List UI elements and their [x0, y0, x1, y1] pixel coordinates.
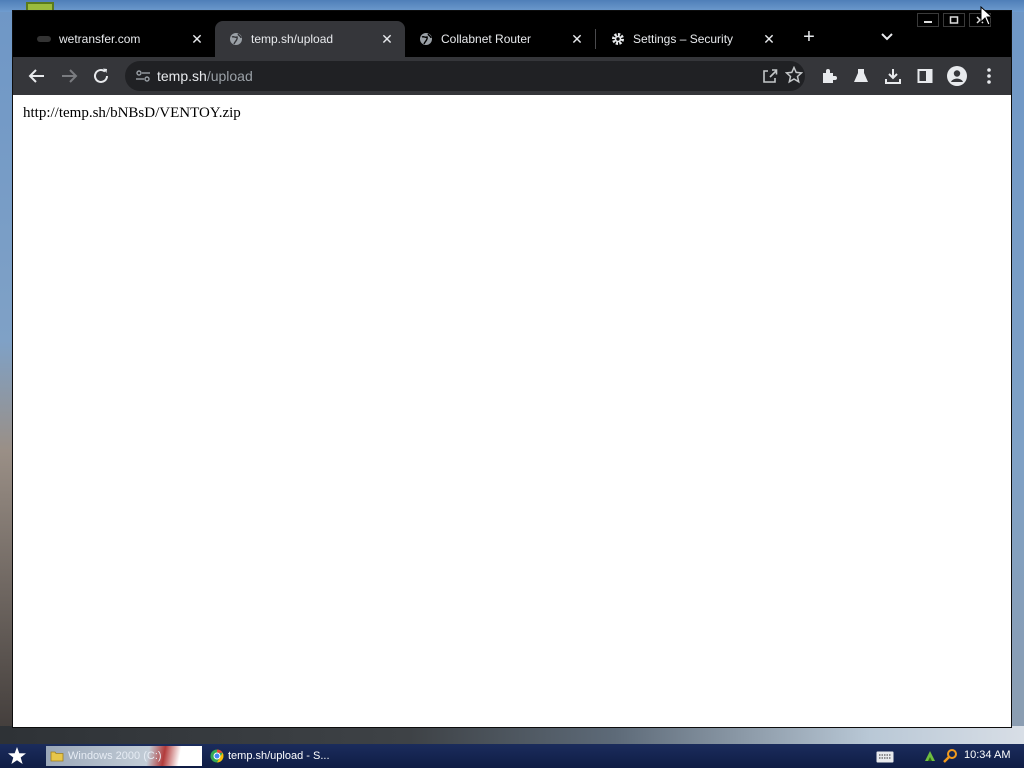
tab-temp-sh-upload[interactable]: temp.sh/upload ✕	[215, 21, 405, 57]
tab-collabnet-router[interactable]: Collabnet Router ✕	[405, 21, 595, 57]
site-info-icon[interactable]	[135, 69, 151, 83]
extensions-puzzle-icon[interactable]	[817, 64, 841, 88]
chrome-icon	[210, 749, 224, 763]
downloads-icon[interactable]	[881, 64, 905, 88]
taskbar-item-explorer[interactable]: Windows 2000 (C:)	[46, 746, 202, 766]
close-tab-icon[interactable]: ✕	[189, 31, 205, 47]
search-tray-icon[interactable]	[942, 748, 958, 764]
tab-title: wetransfer.com	[59, 32, 141, 46]
minimize-button[interactable]	[917, 13, 939, 27]
page-content: http://temp.sh/bNBsD/VENTOY.zip	[13, 95, 1011, 727]
wetransfer-icon	[37, 32, 51, 46]
profile-avatar-icon[interactable]	[945, 64, 969, 88]
tab-title: temp.sh/upload	[251, 32, 334, 46]
desktop-background-bottom	[0, 726, 1024, 744]
globe-icon	[229, 32, 243, 46]
browser-toolbar: temp.sh/upload	[13, 57, 1011, 95]
page-body-text: http://temp.sh/bNBsD/VENTOY.zip	[23, 105, 241, 121]
labs-flask-icon[interactable]	[849, 64, 873, 88]
tab-wetransfer[interactable]: wetransfer.com ✕	[23, 21, 215, 57]
gear-icon	[611, 32, 625, 46]
taskbar-item-browser[interactable]: temp.sh/upload - S...	[206, 746, 406, 766]
url-text: temp.sh/upload	[157, 68, 253, 84]
new-tab-button[interactable]: +	[799, 27, 819, 47]
share-icon[interactable]	[761, 67, 779, 85]
menu-kebab-icon[interactable]	[977, 64, 1001, 88]
address-bar[interactable]: temp.sh/upload	[125, 61, 805, 91]
tab-strip: wetransfer.com ✕ temp.sh/upload ✕ Collab…	[13, 11, 1011, 57]
tab-settings-security[interactable]: Settings – Security ✕	[597, 21, 787, 57]
taskbar-item-label: temp.sh/upload - S...	[228, 750, 330, 762]
taskbar-item-label: Windows 2000 (C:)	[68, 750, 162, 762]
folder-icon	[50, 749, 64, 763]
back-button[interactable]	[25, 64, 49, 88]
tab-title: Collabnet Router	[441, 32, 532, 46]
close-tab-icon[interactable]: ✕	[569, 31, 585, 47]
tab-separator	[595, 29, 596, 49]
start-button[interactable]	[6, 746, 28, 766]
side-panel-icon[interactable]	[913, 64, 937, 88]
url-host: temp.sh	[157, 68, 207, 84]
close-tab-icon[interactable]: ✕	[379, 31, 395, 47]
globe-icon	[419, 32, 433, 46]
taskbar: Windows 2000 (C:) temp.sh/upload - S... …	[0, 744, 1024, 768]
maximize-button[interactable]	[943, 13, 965, 27]
close-tab-icon[interactable]: ✕	[761, 31, 777, 47]
tab-title: Settings – Security	[633, 32, 734, 46]
url-path: /upload	[206, 68, 253, 84]
forward-button[interactable]	[57, 64, 81, 88]
bookmark-star-icon[interactable]	[784, 65, 804, 84]
tab-search-chevron-down-icon[interactable]	[877, 27, 897, 47]
reload-button[interactable]	[89, 64, 113, 88]
network-tray-icon[interactable]	[922, 748, 938, 764]
keyboard-icon[interactable]	[876, 750, 894, 763]
browser-window: wetransfer.com ✕ temp.sh/upload ✕ Collab…	[12, 10, 1012, 728]
desktop-background-right	[1012, 12, 1024, 744]
desktop-background-left	[0, 12, 12, 744]
taskbar-clock[interactable]: 10:34 AM	[964, 749, 1010, 761]
mouse-cursor-icon	[980, 5, 994, 26]
